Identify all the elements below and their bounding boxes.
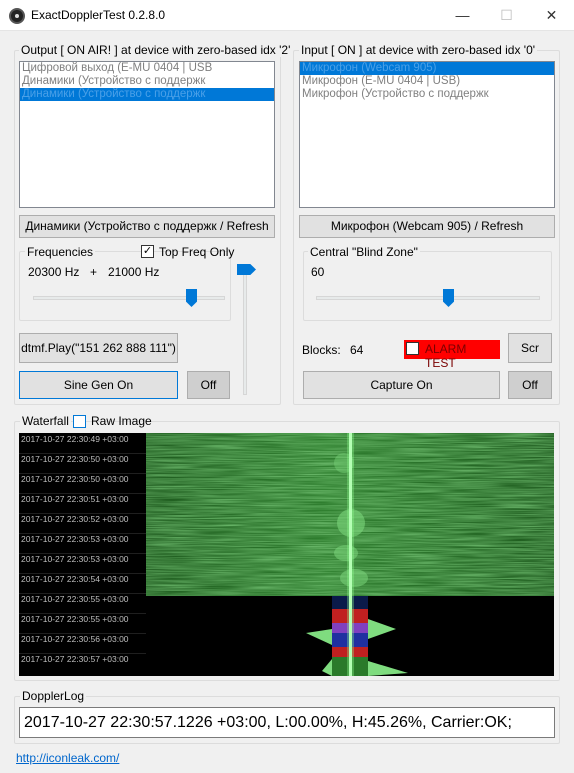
alarm-test-checkbox[interactable] xyxy=(406,342,419,355)
top-freq-only-checkbox[interactable]: ✓ xyxy=(141,245,154,258)
maximize-button[interactable]: ☐ xyxy=(484,0,529,31)
waterfall-timestamp: 2017-10-27 22:30:50 +03:00 xyxy=(21,454,129,464)
input-device-item[interactable]: Микрофон (E-MU 0404 | USB) xyxy=(300,75,554,88)
freq2-value: 21000 Hz xyxy=(108,265,160,279)
output-device-item-selected[interactable]: Динамики (Устройство с поддержк xyxy=(20,88,274,101)
waterfall-timestamp: 2017-10-27 22:30:56 +03:00 xyxy=(21,634,129,644)
output-device-item[interactable]: Цифровой выход (E-MU 0404 | USB xyxy=(20,62,274,75)
scr-button[interactable]: Scr xyxy=(508,333,552,363)
waterfall-timestamp: 2017-10-27 22:30:55 +03:00 xyxy=(21,594,129,604)
input-device-item[interactable]: Микрофон (Устройство с поддержк xyxy=(300,88,554,101)
close-button[interactable]: ✕ xyxy=(529,0,574,31)
window-title: ExactDopplerTest 0.2.8.0 xyxy=(31,8,166,22)
waterfall-timestamp: 2017-10-27 22:30:54 +03:00 xyxy=(21,574,129,584)
input-group-label: Input [ ON ] at device with zero-based i… xyxy=(299,43,538,57)
spectrogram-image xyxy=(146,433,554,676)
output-refresh-button[interactable]: Динамики (Устройство с поддержк / Refres… xyxy=(19,215,275,238)
plus-sign: + xyxy=(90,265,98,279)
waterfall-group-label: Waterfall xyxy=(20,414,71,428)
waterfall-spectrogram xyxy=(146,433,554,676)
output-device-item[interactable]: Динамики (Устройство с поддержк xyxy=(20,75,274,88)
output-device-list[interactable]: Цифровой выход (E-MU 0404 | USB Динамики… xyxy=(19,61,275,208)
blind-zone-group xyxy=(303,251,552,321)
alarm-test-indicator[interactable]: ALARM TEST xyxy=(404,340,500,370)
sine-off-button[interactable]: Off xyxy=(187,371,230,399)
freq1-value: 20300 Hz xyxy=(28,265,80,279)
doppler-log-text: 2017-10-27 22:30:57.1226 +03:00, L:00.00… xyxy=(19,707,555,738)
waterfall-timestamp: 2017-10-27 22:30:55 +03:00 xyxy=(21,614,129,624)
app-icon xyxy=(9,8,25,24)
blind-zone-slider-track[interactable] xyxy=(316,296,540,300)
input-refresh-button[interactable]: Микрофон (Webcam 905) / Refresh xyxy=(299,215,555,238)
frequencies-group xyxy=(19,251,231,321)
waterfall-timestamp: 2017-10-27 22:30:53 +03:00 xyxy=(21,554,129,564)
sine-gen-button[interactable]: Sine Gen On xyxy=(19,371,178,399)
blind-zone-group-label: Central "Blind Zone" xyxy=(308,245,420,259)
frequencies-group-label: Frequencies xyxy=(25,245,96,259)
input-device-list[interactable]: Микрофон (Webcam 905) Микрофон (E-MU 040… xyxy=(299,61,555,208)
waterfall-timestamp: 2017-10-27 22:30:50 +03:00 xyxy=(21,474,129,484)
waterfall-timestamp: 2017-10-27 22:30:57 +03:00 xyxy=(21,654,129,664)
waterfall-timestamp: 2017-10-27 22:30:52 +03:00 xyxy=(21,514,129,524)
vertical-slider-track[interactable] xyxy=(243,270,247,395)
input-device-item-selected[interactable]: Микрофон (Webcam 905) xyxy=(300,62,554,75)
blocks-value: 64 xyxy=(350,343,364,357)
waterfall-timestamp: 2017-10-27 22:30:49 +03:00 xyxy=(21,434,129,444)
alarm-test-label: ALARM TEST xyxy=(425,342,467,370)
raw-image-label: Raw Image xyxy=(91,414,152,428)
capture-off-button[interactable]: Off xyxy=(508,371,552,399)
waterfall-timestamp: 2017-10-27 22:30:51 +03:00 xyxy=(21,494,129,504)
waterfall-timestamp: 2017-10-27 22:30:53 +03:00 xyxy=(21,534,129,544)
waterfall-timestamp-column: 2017-10-27 22:30:49 +03:00 2017-10-27 22… xyxy=(19,433,146,676)
output-group-label: Output [ ON AIR! ] at device with zero-b… xyxy=(19,43,293,57)
dtmf-play-button[interactable]: dtmf.Play("151 262 888 111") xyxy=(19,333,178,363)
checkmark-icon: ✓ xyxy=(142,245,153,257)
blind-zone-value: 60 xyxy=(311,265,325,279)
raw-image-checkbox[interactable] xyxy=(73,415,86,428)
minimize-button[interactable]: — xyxy=(440,0,485,31)
top-freq-only-label: Top Freq Only xyxy=(159,245,235,259)
blocks-label: Blocks: xyxy=(302,343,341,357)
capture-button[interactable]: Capture On xyxy=(303,371,500,399)
doppler-log-group-label: DopplerLog xyxy=(20,689,87,703)
website-link[interactable]: http://iconleak.com/ xyxy=(16,751,119,765)
